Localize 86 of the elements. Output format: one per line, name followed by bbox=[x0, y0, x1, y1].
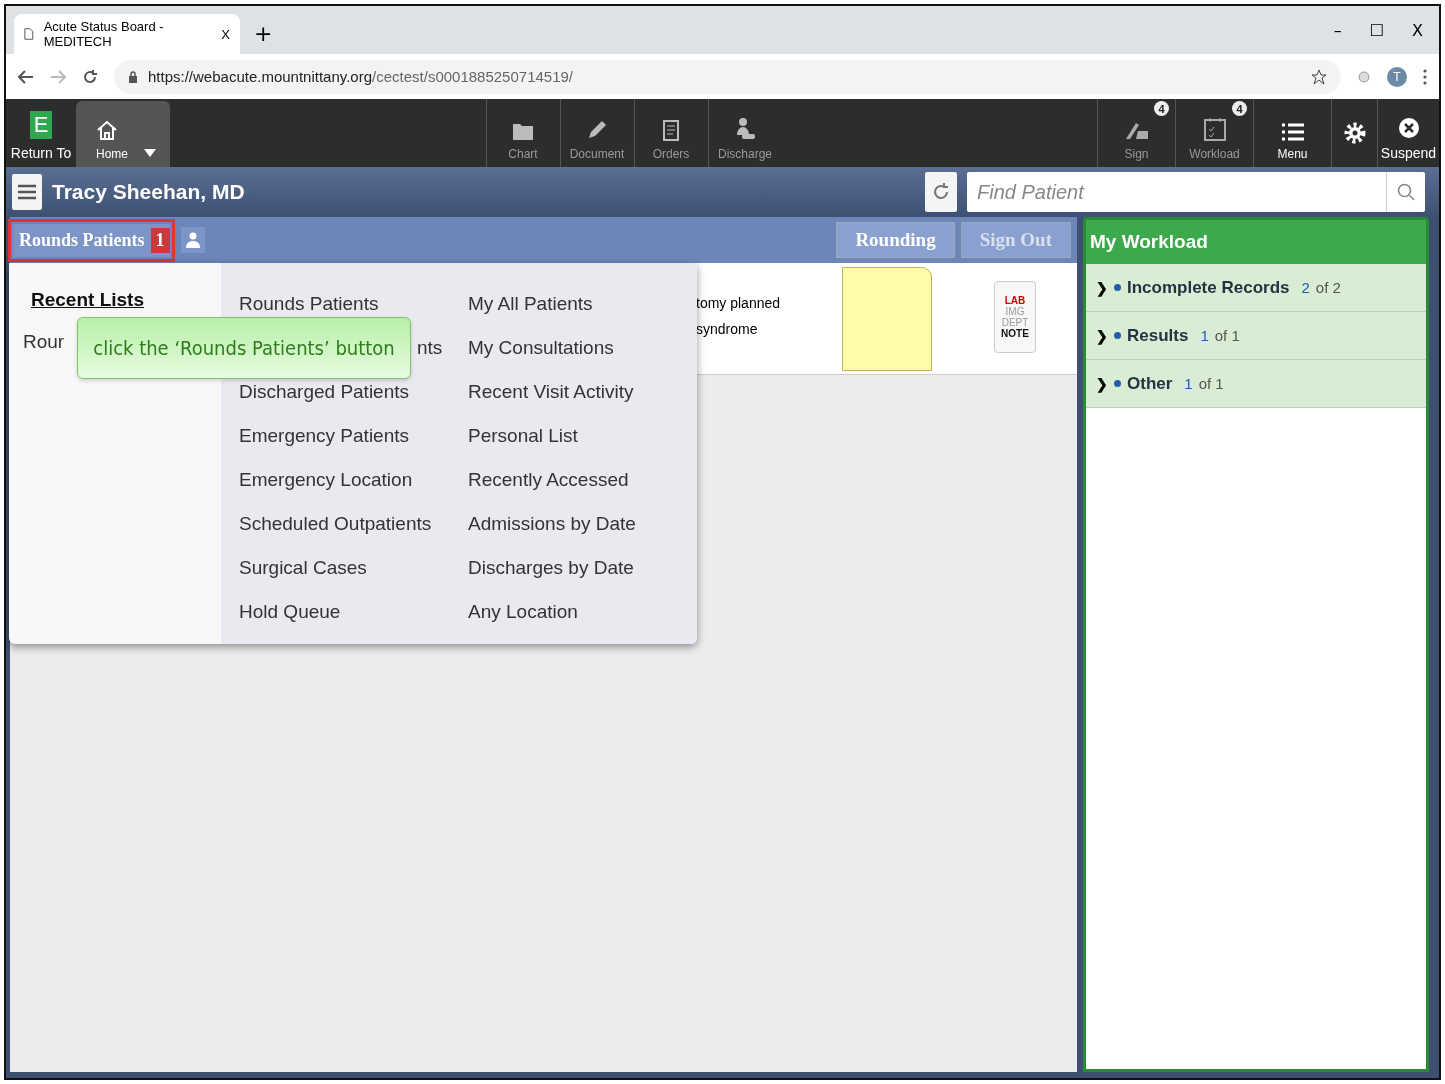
lock-icon bbox=[128, 70, 138, 83]
new-tab-button[interactable]: + bbox=[254, 21, 273, 46]
count-badge: 4 bbox=[1232, 101, 1247, 116]
caret-icon[interactable] bbox=[144, 149, 156, 157]
list-menu-item[interactable]: Discharged Patients bbox=[239, 379, 410, 405]
refresh-icon bbox=[932, 182, 950, 202]
list-menu-item[interactable]: Scheduled Outpatients bbox=[239, 511, 432, 537]
recent-lists-heading: Recent Lists bbox=[30, 289, 145, 311]
close-circle-icon bbox=[1397, 117, 1420, 139]
workload-row[interactable]: ❯ Results 1 of 1 bbox=[1086, 312, 1426, 360]
list-menu-item[interactable]: Discharges by Date bbox=[468, 555, 634, 581]
window-control-button[interactable]: ☐ bbox=[1369, 20, 1385, 40]
result-tag: DEPT bbox=[1001, 317, 1029, 328]
profile-avatar[interactable]: T bbox=[1387, 66, 1407, 87]
url-text: https://webacute.mountnittany.org/cectest/s0001885250714519/ bbox=[148, 68, 574, 85]
menu-icon bbox=[1281, 123, 1304, 141]
dot-icon bbox=[1114, 332, 1121, 339]
person-button[interactable] bbox=[180, 227, 205, 253]
back-icon[interactable] bbox=[18, 69, 34, 84]
settings-icon bbox=[1342, 121, 1367, 145]
refresh-button[interactable] bbox=[925, 172, 957, 212]
workload-label: Incomplete Records bbox=[1127, 277, 1290, 298]
count-badge: 4 bbox=[1154, 101, 1169, 116]
list-menu-item[interactable]: Hold Queue bbox=[239, 599, 341, 625]
recent-list-item[interactable]: Rour bbox=[23, 329, 65, 355]
address-bar[interactable]: https://webacute.mountnittany.org/cectest/s0001885250714519/ bbox=[114, 59, 1341, 94]
workload-count: 1 bbox=[1200, 327, 1209, 344]
list-menu-item[interactable]: Surgical Cases bbox=[239, 555, 367, 581]
result-tag: IMG bbox=[1005, 306, 1025, 317]
dot-icon bbox=[1114, 284, 1121, 291]
workload-label: Other bbox=[1127, 373, 1173, 394]
window-control-button[interactable]: – bbox=[1333, 20, 1342, 40]
tab-title: Acute Status Board - MEDITECH bbox=[43, 19, 165, 49]
find-patient-field[interactable]: Find Patient bbox=[967, 179, 1386, 205]
workload-row[interactable]: ❯ Incomplete Records 2 of 2 bbox=[1086, 264, 1426, 312]
search-box[interactable]: Find Patient bbox=[967, 172, 1425, 212]
page-icon bbox=[24, 27, 34, 41]
count-badge: 1 bbox=[150, 227, 170, 253]
list-menu-item[interactable]: Emergency Patients bbox=[239, 423, 410, 449]
workload-total: of 1 bbox=[1214, 327, 1240, 344]
instruction-tooltip: click the ‘Rounds Patients’ button bbox=[77, 317, 411, 379]
workload-total: of 1 bbox=[1198, 375, 1224, 392]
pencil-icon bbox=[586, 119, 608, 141]
star-icon[interactable] bbox=[1311, 68, 1327, 85]
clipboard-icon bbox=[663, 119, 679, 141]
return-to-button[interactable]: E Return To bbox=[6, 99, 76, 167]
tab-close-button[interactable]: X bbox=[221, 26, 230, 42]
window-control-button[interactable]: X bbox=[1412, 20, 1423, 40]
list-menu-item[interactable]: Any Location bbox=[468, 599, 578, 625]
results-indicator[interactable]: LAB IMG DEPT NOTE bbox=[994, 281, 1036, 353]
workload-label: Results bbox=[1127, 325, 1189, 346]
expand-icon: ❯ bbox=[1096, 279, 1108, 296]
workload-row[interactable]: ❯ Other 1 of 1 bbox=[1086, 360, 1426, 408]
person-icon bbox=[185, 232, 200, 248]
workload-count: 1 bbox=[1184, 375, 1193, 392]
menu-button[interactable] bbox=[12, 174, 42, 210]
reload-icon[interactable] bbox=[82, 68, 98, 85]
list-menu-item[interactable]: Rounds Patients bbox=[239, 291, 379, 317]
workload-total: of 2 bbox=[1315, 279, 1341, 296]
folder-icon bbox=[512, 121, 534, 141]
panel-title: My Workload bbox=[1089, 230, 1209, 254]
user-name: Tracy Sheehan, MD bbox=[52, 180, 245, 204]
list-menu-item[interactable]: My All Patients bbox=[468, 291, 593, 317]
calendar-icon bbox=[1203, 117, 1226, 141]
menu-icon bbox=[18, 184, 36, 200]
list-menu-item[interactable]: Emergency Location bbox=[239, 467, 413, 493]
browser-tab[interactable]: Acute Status Board - MEDITECH X bbox=[14, 14, 240, 54]
result-tag: LAB bbox=[1004, 295, 1026, 306]
list-menu-item[interactable]: Admissions by Date bbox=[468, 511, 636, 537]
house-icon bbox=[96, 119, 118, 141]
list-menu-item[interactable]: Personal List bbox=[468, 423, 578, 449]
result-tag: NOTE bbox=[1001, 328, 1029, 339]
dot-icon bbox=[1114, 380, 1121, 387]
rounds-patients-button[interactable]: Rounds Patients 1 bbox=[13, 223, 170, 257]
workload-count: 2 bbox=[1301, 279, 1310, 296]
more-icon[interactable] bbox=[1423, 68, 1427, 85]
search-icon[interactable] bbox=[1397, 183, 1415, 201]
diagnosis-text: syndrome bbox=[696, 321, 759, 337]
expand-icon: ❯ bbox=[1096, 327, 1108, 344]
list-menu-item[interactable]: Recently Accessed bbox=[468, 467, 629, 493]
expand-icon: ❯ bbox=[1096, 375, 1108, 392]
home-button[interactable]: Home bbox=[76, 101, 170, 167]
list-menu-item[interactable]: My Consultations bbox=[468, 335, 614, 361]
diagnosis-text: tomy planned bbox=[696, 295, 782, 311]
logo-icon: E bbox=[30, 111, 52, 139]
list-menu-item[interactable]: Recent Visit Activity bbox=[468, 379, 634, 405]
